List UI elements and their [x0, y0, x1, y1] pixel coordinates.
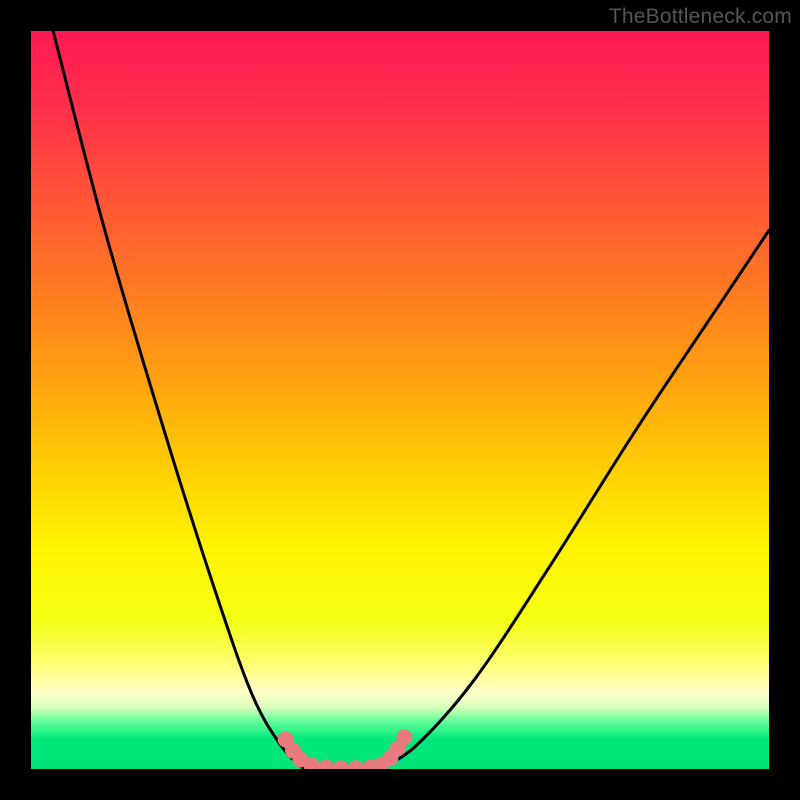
- chart-curves: [31, 31, 769, 769]
- watermark-text: TheBottleneck.com: [609, 5, 792, 29]
- marker-dot: [318, 760, 334, 769]
- right-curve: [378, 230, 769, 769]
- left-curve: [53, 31, 304, 769]
- marker-dot: [333, 760, 349, 769]
- valley-markers: [278, 729, 413, 769]
- chart-frame: [31, 31, 769, 769]
- marker-dot: [348, 760, 364, 769]
- marker-dot: [396, 729, 412, 745]
